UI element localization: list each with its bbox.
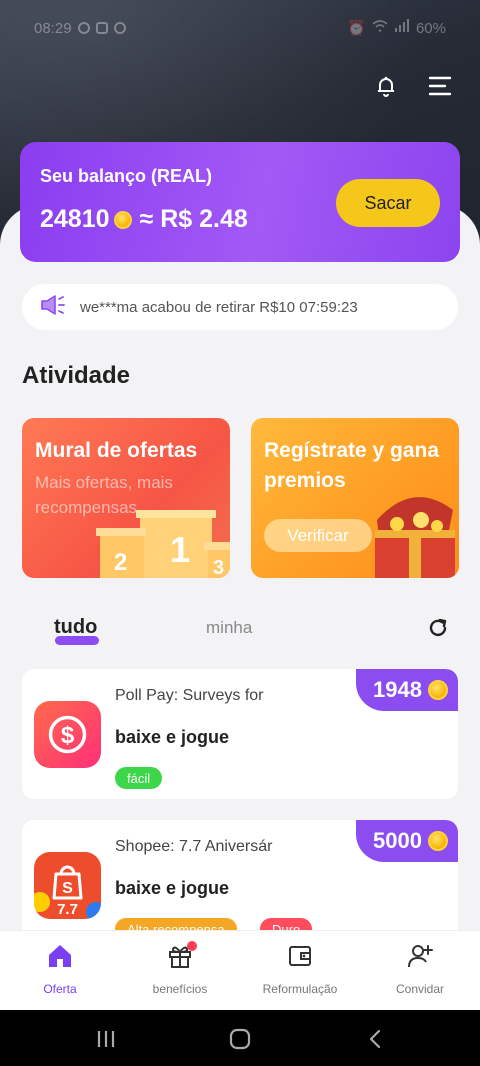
reward-amount: 5000 [373, 828, 422, 853]
reward-badge: 5000 [356, 820, 458, 862]
register-title: Regístrate y gana premios [264, 439, 440, 492]
coin-icon [428, 680, 448, 700]
section-title-activity: Atividade [22, 362, 131, 389]
nav-label: benefícios [152, 982, 208, 996]
recent-apps-icon[interactable] [93, 1026, 119, 1052]
difficulty-tag: fácil [115, 767, 163, 789]
coin-icon [428, 831, 448, 851]
signal-icon [394, 19, 410, 37]
offer-action: baixe e jogue [115, 878, 230, 898]
offer-card[interactable]: $ Poll Pay: Surveys for baixe e jogue 19… [22, 669, 458, 799]
shopee-app-icon: S 7.7 [34, 852, 101, 919]
nav-label: Convidar [395, 982, 445, 996]
pollpay-app-icon: $ [34, 701, 101, 768]
register-banner[interactable]: Regístrate y gana premios Verificar [251, 418, 459, 578]
podium-illustration: 1 2 3 [96, 510, 230, 578]
bottom-navigation: Oferta benefícios Reformulação Convidar [0, 930, 480, 1010]
reward-amount: 1948 [373, 677, 422, 702]
offer-action: baixe e jogue [115, 727, 230, 747]
svg-text:3: 3 [213, 557, 224, 578]
back-icon[interactable] [362, 1026, 388, 1052]
offer-wall-banner[interactable]: 1 2 3 Mural de ofertas Mais ofertas, mai… [22, 418, 230, 578]
svg-text:1: 1 [170, 529, 190, 570]
app-icon [113, 22, 126, 34]
status-time: 08:29 [34, 19, 72, 37]
ticker-message: we***ma acabou de retirar R$10 07:59:23 [80, 298, 358, 316]
balance-coins: 24810 [40, 205, 110, 233]
tab-mine[interactable]: minha [206, 618, 252, 638]
tab-all[interactable]: tudo [54, 616, 97, 639]
android-navigation-bar [0, 1010, 480, 1066]
verify-button[interactable]: Verificar [264, 519, 372, 552]
wallet-icon [287, 943, 313, 974]
alarm-icon: ⏰ [347, 20, 366, 37]
megaphone-icon [40, 294, 66, 320]
withdraw-button[interactable]: Sacar [336, 179, 440, 227]
add-user-icon [407, 943, 433, 974]
gift-icon [167, 941, 197, 974]
gallery-icon [95, 22, 108, 34]
offer-name: Poll Pay: Surveys for [115, 687, 264, 704]
home-button-icon[interactable] [227, 1026, 253, 1052]
menu-icon[interactable] [426, 72, 454, 100]
nav-label: Oferta [43, 982, 77, 996]
reward-badge: 1948 [356, 669, 458, 711]
offer-name: Shopee: 7.7 Aniversár [115, 838, 273, 855]
nav-item-oferta[interactable]: Oferta [0, 943, 120, 996]
wifi-icon [372, 19, 388, 37]
notification-icon [77, 22, 90, 34]
battery-text: 60% [415, 19, 446, 37]
svg-text:2: 2 [114, 549, 127, 576]
notification-dot [187, 941, 197, 951]
balance-approx: ≈ R$ 2.48 [139, 205, 248, 233]
svg-text:S: S [62, 880, 73, 897]
nav-label: Reformulação [262, 982, 338, 996]
offer-tabs: tudo minha [22, 614, 458, 648]
home-icon [47, 943, 73, 974]
refresh-icon[interactable] [426, 616, 450, 640]
svg-text:7.7: 7.7 [57, 901, 78, 918]
nav-item-reformulacao[interactable]: Reformulação [240, 943, 360, 996]
nav-item-convidar[interactable]: Convidar [360, 943, 480, 996]
svg-text:$: $ [61, 722, 75, 749]
notification-bell-icon[interactable] [372, 72, 400, 100]
offer-wall-title: Mural de ofertas [35, 439, 198, 462]
balance-card: Seu balanço (REAL) 24810 ≈ R$ 2.48 Sacar [20, 142, 460, 262]
nav-item-beneficios[interactable]: benefícios [120, 941, 240, 996]
status-bar: 08:29 ⏰ 60% [0, 0, 480, 56]
withdrawal-ticker: we***ma acabou de retirar R$10 07:59:23 [22, 284, 458, 330]
offer-wall-subtitle: Mais ofertas, mais recompensas [35, 473, 173, 517]
coin-icon [113, 210, 132, 229]
